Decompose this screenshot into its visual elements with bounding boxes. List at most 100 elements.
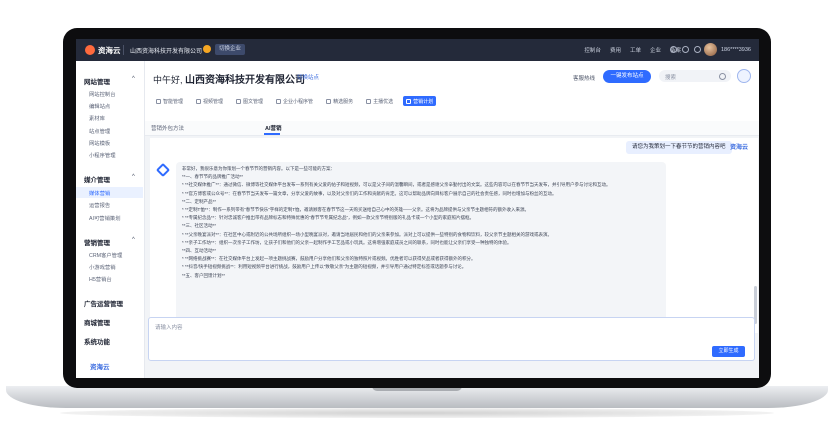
page-header: 中午好, 山西资海科技开发有限公司 切换站点 客服热线 一键发布站点 搜索 智能… [145, 61, 759, 121]
chevron-up-icon[interactable]: ^ [132, 237, 135, 243]
ai-answer: 非常好，我很乐意为你策划一个春节节的营销内容。以下是一些可能的方案： **一、春… [176, 162, 666, 322]
search-placeholder: 搜索 [665, 75, 677, 81]
answer-line: **三、社区活动** [182, 223, 217, 229]
search-input[interactable]: 搜索 [659, 70, 731, 82]
sidebar-item-mini-game[interactable]: 小游戏营销 [89, 263, 116, 271]
tab-outsourcing[interactable]: 营销外包方法 [151, 124, 184, 132]
module-label: 智能管理 [163, 98, 184, 105]
switch-site-link[interactable]: 切换站点 [297, 73, 319, 81]
answer-line: **五、客户回馈计划** [182, 272, 226, 278]
top-nav-fees[interactable]: 费用 [610, 46, 621, 54]
sidebar-group-marketing[interactable]: 营销管理 [84, 237, 110, 247]
sidebar-item-site-templates[interactable]: 网站模板 [89, 139, 110, 147]
content-tabs: 营销外包方法 AI营销 [145, 121, 759, 136]
mail-icon[interactable] [682, 46, 689, 53]
module-nav: 智能管理 视频管理 图文管理 企业小程序管 精选服务 主播优选 营销计划 [153, 96, 437, 106]
sidebar-item-mini-program[interactable]: 小程序管理 [89, 151, 116, 159]
active-tab-indicator [264, 133, 280, 135]
sidebar-item-materials[interactable]: 素材库 [89, 114, 105, 122]
chevron-up-icon[interactable]: ^ [132, 76, 135, 82]
brand-logo[interactable]: 资海云 [85, 44, 121, 56]
module-anchor[interactable]: 主播优选 [363, 96, 396, 106]
topbar-divider [123, 45, 124, 55]
help-icon[interactable] [694, 46, 701, 53]
page-title: 中午好, 山西资海科技开发有限公司 [153, 71, 305, 86]
article-icon [236, 98, 242, 104]
module-marketing-plan[interactable]: 营销计划 [403, 96, 437, 106]
answer-line: * **社交媒体推广**：通过微信、微博等社交媒体平台发布一系列有关父爱的帖子和… [182, 182, 611, 188]
vip-badge-icon [203, 45, 211, 53]
top-nav-tickets[interactable]: 工单 [630, 46, 641, 54]
services-icon [326, 98, 332, 104]
user-phone[interactable]: 186****3936 [721, 47, 751, 53]
sidebar: 网站管理 ^ 网站控制台 编辑站点 素材库 站点管理 网站模板 小程序管理 媒介… [76, 61, 145, 378]
laptop-shadow [60, 408, 774, 418]
answer-line: **四、互动活动** [182, 248, 217, 254]
ai-bot-icon [155, 162, 171, 178]
sidebar-group-website[interactable]: 网站管理 [84, 76, 110, 86]
sidebar-item-site-console[interactable]: 网站控制台 [89, 90, 116, 98]
sidebar-item-ai-planning[interactable]: AI可营销策划 [89, 214, 121, 222]
generate-button[interactable]: 立即生成 [712, 346, 745, 357]
answer-line: * **专属纪念品**：针对忠诚客户推出带有品牌标志和特殊优惠的“春节节专属纪念… [182, 215, 474, 221]
module-label: 精选服务 [333, 98, 354, 105]
user-message: 请您为我策划一下春节节的营销内容吧 [626, 141, 732, 154]
sidebar-group-ads[interactable]: 广告运营管理 [84, 298, 123, 308]
module-services[interactable]: 精选服务 [323, 96, 356, 106]
chevron-up-icon[interactable]: ^ [132, 174, 135, 180]
plan-icon [406, 98, 412, 104]
chat-panel: 请您为我策划一下春节节的营销内容吧 资海云 非常好，我很乐意为你策划一个春节节的… [150, 138, 758, 333]
prompt-placeholder: 请输入内容 [155, 325, 183, 331]
sidebar-item-crm[interactable]: CRM客户管理 [89, 251, 122, 259]
publish-site-button[interactable]: 一键发布站点 [603, 70, 651, 83]
sidebar-item-h5[interactable]: H5营销台 [89, 275, 112, 283]
prompt-input[interactable]: 请输入内容 立即生成 [148, 317, 755, 361]
module-article[interactable]: 图文管理 [233, 96, 266, 106]
help-hotline[interactable]: 客服热线 [573, 74, 595, 82]
app-screen: 资海云 山西资海科技开发有限公司 切换企业 控制台 费用 工单 企业 备案 18… [76, 39, 759, 378]
top-nav: 控制台 费用 工单 企业 备案 [584, 46, 681, 54]
module-label: 视频管理 [203, 98, 224, 105]
module-label: 主播优选 [373, 98, 394, 105]
user-logo: 资海云 [730, 145, 749, 151]
module-label: 企业小程序管 [283, 98, 314, 105]
sidebar-item-media-marketing[interactable]: 媒体营销 [89, 189, 110, 197]
answer-line: **二、定制产品** [182, 198, 217, 204]
answer-line: * **亲子工作坊**：组织一次亲子工作坊，让孩子们和他们的父亲一起制作手工艺品… [182, 239, 512, 245]
user-avatar[interactable] [704, 43, 717, 56]
answer-line: * **网络挑战赛**：在社交媒体平台上发起一项主题挑战赛，鼓励用户分享他们和父… [182, 256, 476, 262]
switch-enterprise-button[interactable]: 切换企业 [215, 44, 246, 55]
answer-line: * **抖音/快手短视频挑战**：利用短视频平台进行挑战，鼓励用户上传以“致敬父… [182, 264, 467, 270]
sidebar-item-operation-report[interactable]: 运营报告 [89, 201, 110, 209]
video-icon [196, 98, 202, 104]
sidebar-group-system[interactable]: 系统功能 [84, 336, 110, 346]
module-label: 营销计划 [413, 98, 434, 105]
module-mini-program[interactable]: 企业小程序管 [273, 96, 316, 106]
mini-program-icon [276, 98, 282, 104]
sidebar-item-edit-site[interactable]: 编辑站点 [89, 102, 110, 110]
module-smart[interactable]: 智能管理 [153, 96, 186, 106]
sidebar-group-media[interactable]: 媒介管理 [84, 174, 110, 184]
answer-line: * **父亲晚宴派对**：在社区中心或附近的公共场所组织一场小型晚宴派对，邀请当… [182, 231, 552, 237]
module-icon [156, 98, 161, 104]
notification-icon[interactable] [670, 46, 677, 53]
sidebar-footer-logo: 资海云 [90, 364, 110, 371]
answer-line: 非常好，我很乐意为你策划一个春节节的营销内容。以下是一些可能的方案： [182, 166, 335, 171]
module-video[interactable]: 视频管理 [193, 96, 226, 106]
top-nav-enterprise[interactable]: 企业 [650, 46, 661, 54]
brand-name: 资海云 [98, 45, 121, 55]
anchor-icon [366, 98, 372, 104]
tab-ai-marketing[interactable]: AI营销 [265, 124, 282, 132]
top-nav-console[interactable]: 控制台 [584, 46, 601, 54]
search-icon[interactable] [719, 73, 726, 80]
top-bar: 资海云 山西资海科技开发有限公司 切换企业 控制台 费用 工单 企业 备案 18… [76, 39, 759, 61]
header-avatar[interactable] [737, 69, 751, 83]
answer-line: * **官方博客或公众号**：在春节节当天发布一篇文章，分享父爱的故事，以及对父… [182, 190, 557, 196]
brand-logo-icon [85, 45, 95, 55]
sidebar-group-mall[interactable]: 商城管理 [84, 317, 110, 327]
sidebar-item-site-management[interactable]: 站点管理 [89, 127, 110, 135]
topbar-company-name: 山西资海科技开发有限公司 [130, 49, 203, 55]
answer-line: * **定制T恤**：制作一系列带有“春节节快乐”字样的定制T恤，邀请顾客在春节… [182, 207, 529, 213]
header-company-name: 山西资海科技开发有限公司 [185, 75, 306, 86]
answer-line: **一、春节节的品牌推广活动** [182, 174, 244, 180]
